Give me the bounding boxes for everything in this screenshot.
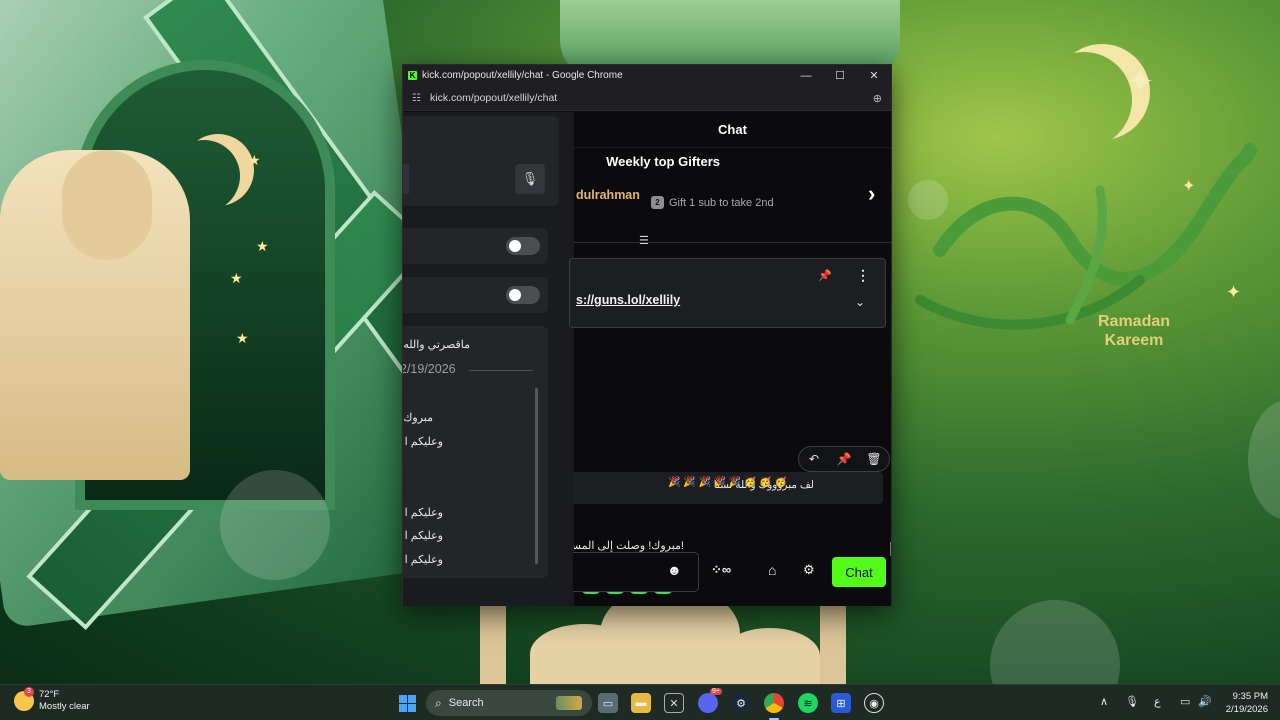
url-text[interactable]: kick.com/popout/xellily/chat [430,92,873,104]
weather-condition: Mostly clear [39,701,90,712]
list-item: وعليكم ا [404,530,443,542]
more-options-icon[interactable]: ⋮ [856,267,870,284]
star-icon: ★ [230,270,243,286]
star-icon: ★ [248,152,261,168]
chrome-icon[interactable] [764,693,784,713]
kick-logo-icon: K [408,71,417,80]
chrome-popout-window: K kick.com/popout/xellily/chat - Google … [402,64,892,606]
xbox-app-icon[interactable]: ✕ [664,693,684,713]
date-separator-line [469,370,533,371]
address-bar[interactable]: ☷ kick.com/popout/xellily/chat ⊕ [403,86,891,111]
system-clock[interactable]: 9:35 PM 2/19/2026 [1222,690,1268,716]
task-view-icon[interactable]: ▭ [598,693,618,713]
list-item: مبروك [403,412,433,424]
weekly-top-gifters: Weekly top Gifters dulrahman 2 Gift 1 su… [574,148,891,242]
message-actions: ↶ 📌 🗑 [798,446,890,472]
emote-icon[interactable] [653,576,673,594]
chevron-down-icon[interactable]: ⌄ [855,295,865,309]
star-icon: ★ [256,238,269,254]
microphone-icon[interactable]: 🎙 [1125,695,1139,708]
windows-start-icon[interactable] [399,695,416,712]
list-scrollbar[interactable] [535,388,538,564]
pinned-message: 📌 ⋮ s://guns.lol/xellily ⌄ [569,258,886,328]
search-icon: ⌕ [435,695,442,710]
star-icon: ★ [236,330,249,346]
network-icon[interactable]: ▭ [1180,695,1190,708]
top-gifter-name[interactable]: dulrahman [576,188,640,202]
steam-icon[interactable]: ⚙ [731,693,751,713]
volume-icon[interactable]: 🔊 [1198,695,1212,708]
spotify-icon[interactable]: ≋ [798,693,818,713]
weather-moon-icon: 3 [14,687,34,711]
taskbar-search[interactable]: ⌕ Search [426,690,592,716]
zoom-icon[interactable]: ⊕ [873,92,882,105]
bokeh-light [990,600,1120,684]
mute-microphone-button[interactable]: 🎙 [515,164,545,194]
emote-icon[interactable] [581,576,601,594]
window-title: kick.com/popout/xellily/chat - Google Ch… [422,70,623,81]
list-item: وعليكم ا [404,436,443,448]
taskbar: 3 72°F Mostly clear ⌕ Search ▭ ▬ ✕ 9+ ⚙ … [0,684,1280,720]
message-emotes: 🎉 🎉 🎉 🎉 🎉 🥳 🥳 🥳 [668,477,788,488]
list-item: ماقصرتي والله [403,339,470,351]
temperature: 72°F [39,689,60,700]
file-explorer-icon[interactable]: ▬ [631,693,651,713]
divider [574,242,891,243]
bokeh-light [1248,400,1280,520]
search-highlight-icon [556,696,582,710]
emote-icon[interactable] [629,576,649,594]
weather-widget[interactable]: 3 72°F Mostly clear [14,687,90,713]
window-titlebar[interactable]: K kick.com/popout/xellily/chat - Google … [403,65,891,86]
setting-row [403,228,548,264]
rank-badge-icon: 2 [651,196,664,209]
obs-icon[interactable]: ◉ [864,693,884,713]
system-message: !مبروك! وصلت إلى المسـ [574,540,684,552]
emote-icon[interactable] [605,576,625,594]
gift-sub-tip[interactable]: 2 Gift 1 sub to take 2nd [651,196,774,209]
panel-card: 🎙 [403,116,559,206]
bokeh-light [220,470,330,580]
ramadan-kareem-text: Ramadan Kareem [1098,313,1171,349]
setting-toggle[interactable] [506,286,540,304]
date-separator: 2/19/2026 [403,362,456,376]
emote-row [581,576,673,594]
chat-header: Chat [574,112,891,148]
gifters-title: Weekly top Gifters [606,154,720,169]
page-content: 🎙 ماقصرتي والله 2/19/2026 مبروك وعليكم ا… [403,112,891,606]
chat-panel: Chat Weekly top Gifters dulrahman 2 Gift… [569,112,891,606]
discord-badge: 9+ [710,688,722,695]
setting-toggle[interactable] [506,237,540,255]
pinned-link[interactable]: s://guns.lol/xellily [576,293,680,307]
search-label: Search [448,697,484,709]
reply-icon[interactable]: ↶ [801,452,827,466]
maximize-button[interactable]: ☐ [823,65,857,86]
arabic-calligraphy-art [915,143,1257,330]
gift-tip-text: Gift 1 sub to take 2nd [669,196,774,209]
praying-figure-head [62,150,152,260]
chat-scrollbar[interactable] [890,542,891,556]
weather-badge: 3 [24,687,34,697]
close-window-button[interactable]: ✕ [857,65,891,86]
setting-row [403,277,548,313]
input-language-indicator[interactable]: ع [1154,695,1161,708]
panel-input-edge [403,164,409,194]
chevron-right-icon[interactable]: › [868,181,875,207]
background-chat-panel: 🎙 ماقصرتي والله 2/19/2026 مبروك وعليكم ا… [403,112,574,606]
delete-icon[interactable]: 🗑 [861,452,887,466]
app-icon[interactable]: ⊞ [831,693,851,713]
discord-icon[interactable]: 9+ [698,688,722,713]
show-hidden-icons[interactable]: ∧ [1100,695,1108,708]
minimize-button[interactable]: — [789,65,823,86]
collapse-gifters-icon[interactable]: ☰ [639,234,649,247]
pin-message-icon[interactable]: 📌 [831,452,857,466]
list-item: وعليكم ا [404,507,443,519]
site-settings-icon[interactable]: ☷ [412,93,424,104]
star-icon: ✦ [1126,63,1155,101]
chat-history-list: ماقصرتي والله 2/19/2026 مبروك وعليكم ا و… [403,326,548,578]
pin-icon[interactable]: 📌 [818,269,832,282]
list-item: وعليكم ا [404,554,443,566]
